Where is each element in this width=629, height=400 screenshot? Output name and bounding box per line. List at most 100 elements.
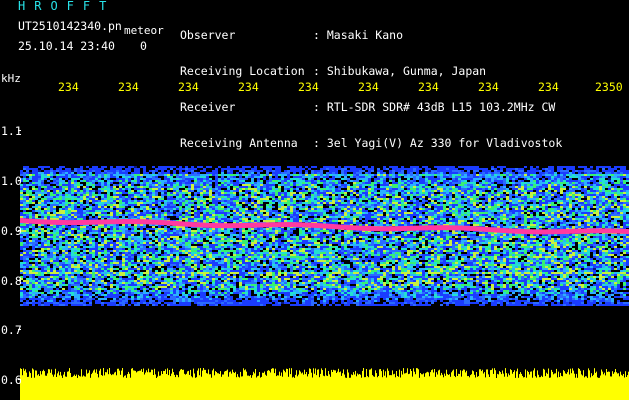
noise-pixel	[146, 206, 149, 208]
noise-pixel	[566, 178, 569, 180]
noise-pixel	[590, 184, 593, 186]
noise-pixel	[338, 194, 341, 196]
noise-pixel	[242, 188, 245, 190]
noise-pixel	[143, 204, 146, 206]
noise-pixel	[101, 196, 104, 198]
noise-pixel	[26, 206, 29, 208]
noise-pixel	[281, 174, 284, 176]
noise-pixel	[380, 186, 383, 188]
noise-pixel	[89, 218, 92, 220]
noise-pixel	[536, 212, 539, 214]
noise-pixel	[113, 192, 116, 194]
noise-pixel	[536, 204, 539, 206]
noise-pixel	[410, 216, 413, 218]
noise-pixel	[545, 212, 548, 214]
noise-pixel	[233, 184, 236, 186]
noise-pixel	[623, 196, 626, 198]
noise-pixel	[542, 180, 545, 182]
noise-pixel	[512, 208, 515, 210]
noise-pixel	[281, 214, 284, 216]
noise-pixel	[572, 170, 575, 172]
noise-pixel	[524, 178, 527, 180]
noise-pixel	[293, 218, 296, 220]
noise-pixel	[158, 184, 161, 186]
noise-pixel	[365, 198, 368, 200]
noise-pixel	[161, 180, 164, 182]
noise-pixel	[602, 178, 605, 180]
noise-pixel	[146, 212, 149, 214]
noise-pixel	[149, 186, 152, 188]
noise-pixel	[419, 178, 422, 180]
noise-pixel	[182, 194, 185, 196]
noise-pixel	[89, 204, 92, 206]
noise-pixel	[500, 220, 503, 222]
noise-pixel	[581, 194, 584, 196]
noise-pixel	[50, 202, 53, 204]
noise-pixel	[563, 196, 566, 198]
noise-pixel	[257, 188, 260, 190]
noise-pixel	[590, 218, 593, 220]
noise-pixel	[41, 198, 44, 200]
noise-pixel	[338, 216, 341, 218]
noise-pixel	[260, 204, 263, 206]
noise-pixel	[431, 178, 434, 180]
noise-pixel	[203, 180, 206, 182]
noise-pixel	[500, 182, 503, 184]
noise-pixel	[215, 202, 218, 204]
noise-pixel	[551, 194, 554, 196]
noise-pixel	[44, 178, 47, 180]
noise-pixel	[89, 192, 92, 194]
noise-pixel	[245, 192, 248, 194]
noise-pixel	[215, 196, 218, 198]
noise-pixel	[473, 220, 476, 222]
noise-pixel	[356, 192, 359, 194]
noise-pixel	[38, 188, 41, 190]
noise-pixel	[593, 176, 596, 178]
noise-pixel	[512, 200, 515, 202]
noise-pixel	[206, 212, 209, 214]
noise-pixel	[89, 172, 92, 174]
noise-pixel	[53, 200, 56, 202]
noise-pixel	[287, 206, 290, 208]
noise-pixel	[470, 210, 473, 212]
noise-pixel	[152, 176, 155, 178]
noise-pixel	[32, 196, 35, 198]
noise-pixel	[272, 180, 275, 182]
noise-pixel	[125, 174, 128, 176]
noise-pixel	[563, 180, 566, 182]
noise-pixel	[587, 202, 590, 204]
noise-pixel	[137, 216, 140, 218]
noise-pixel	[611, 194, 614, 196]
noise-pixel	[494, 198, 497, 200]
noise-pixel	[566, 194, 569, 196]
noise-pixel	[209, 184, 212, 186]
noise-pixel	[590, 194, 593, 196]
noise-pixel	[209, 174, 212, 176]
noise-pixel	[383, 190, 386, 192]
noise-pixel	[407, 218, 410, 220]
noise-pixel	[614, 178, 617, 180]
noise-pixel	[461, 188, 464, 190]
noise-pixel	[284, 184, 287, 186]
noise-pixel	[593, 186, 596, 188]
noise-pixel	[233, 186, 236, 188]
noise-pixel	[470, 184, 473, 186]
noise-pixel	[290, 180, 293, 182]
noise-pixel	[569, 190, 572, 192]
noise-pixel	[467, 174, 470, 176]
noise-pixel	[458, 194, 461, 196]
noise-pixel	[107, 214, 110, 216]
noise-pixel	[26, 200, 29, 202]
noise-pixel	[83, 180, 86, 182]
noise-pixel	[119, 188, 122, 190]
noise-pixel	[146, 196, 149, 198]
noise-pixel	[512, 176, 515, 178]
noise-pixel	[275, 178, 278, 180]
noise-pixel	[524, 196, 527, 198]
noise-pixel	[350, 206, 353, 208]
noise-pixel	[362, 206, 365, 208]
noise-pixel	[392, 216, 395, 218]
noise-pixel	[422, 194, 425, 196]
noise-pixel	[128, 192, 131, 194]
noise-pixel	[215, 204, 218, 206]
